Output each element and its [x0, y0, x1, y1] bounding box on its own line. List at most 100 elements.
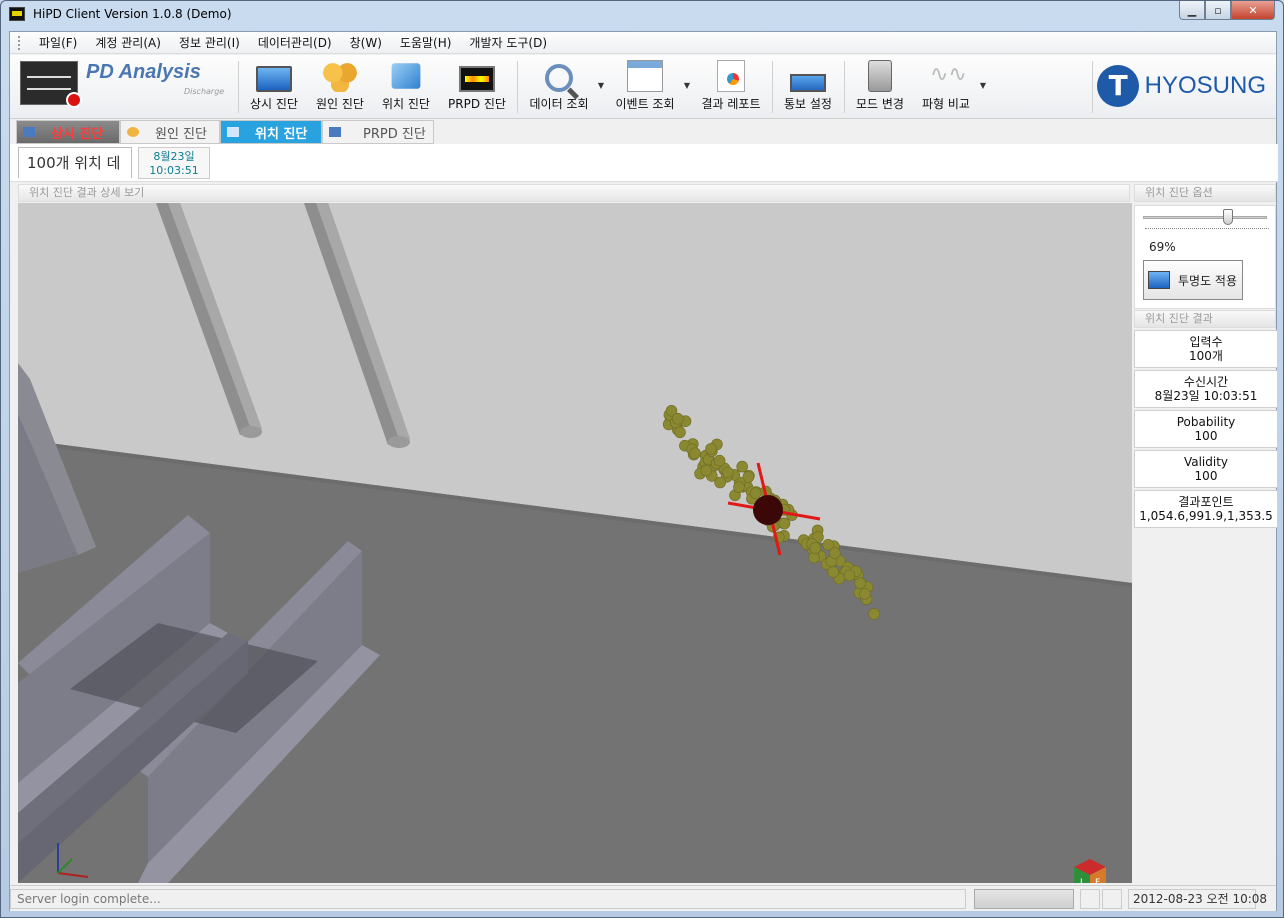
- data-query-button[interactable]: 데이터 조회 ▼: [524, 59, 604, 115]
- 3d-viewport[interactable]: L F: [18, 203, 1132, 883]
- result-card-received-time: 수신시간 8월23일 10:03:51: [1134, 370, 1278, 408]
- pd-point: [854, 577, 866, 590]
- pd-point: [827, 566, 840, 578]
- boxes-icon: [127, 127, 139, 137]
- menu-account[interactable]: 계정 관리(A): [86, 34, 170, 51]
- status-bar: Server login complete... 2012-08-23 오전 1…: [10, 885, 1276, 911]
- results-header: 위치 진단 결과: [1134, 310, 1276, 328]
- monitor-icon: [1148, 271, 1170, 289]
- brand-name: HYOSUNG: [1144, 72, 1266, 99]
- tab-position-diagnosis[interactable]: 위치 진단: [220, 120, 322, 144]
- waveform-compare-button[interactable]: 파형 비교 ▼: [916, 59, 986, 115]
- transparency-slider[interactable]: [1143, 209, 1267, 225]
- pd-point: [714, 476, 726, 489]
- result-card-probability: Pobability 100: [1134, 410, 1278, 448]
- pd-point: [809, 542, 822, 554]
- prpd-diagnosis-button[interactable]: PRPD 진단: [444, 59, 510, 115]
- menu-dev-tools[interactable]: 개발자 도구(D): [460, 34, 556, 51]
- menu-window[interactable]: 창(W): [341, 34, 391, 51]
- status-cell: [1102, 889, 1122, 909]
- card-value: 100개: [1189, 349, 1223, 363]
- card-title: 입력수: [1189, 335, 1223, 349]
- prpd-monitor-icon: [459, 66, 495, 92]
- card-title: 수신시간: [1183, 375, 1229, 389]
- result-report-label: 결과 레포트: [701, 97, 761, 111]
- client-area: 파일(F) 계정 관리(A) 정보 관리(I) 데이터관리(D) 창(W) 도움…: [9, 31, 1278, 911]
- app-icon: [9, 7, 25, 21]
- status-cell: [1080, 889, 1100, 909]
- mode-change-button[interactable]: 모드 변경: [850, 59, 910, 115]
- realtime-diagnosis-button[interactable]: 상시 진단: [246, 59, 302, 115]
- transparency-value: 69%: [1149, 240, 1176, 254]
- view-header: 위치 진단 결과 상세 보기: [18, 184, 1130, 202]
- maximize-button[interactable]: ▫: [1205, 1, 1231, 20]
- hyosung-mark-icon: [1096, 65, 1139, 107]
- tab-realtime-diagnosis[interactable]: 상시 진단: [16, 120, 120, 144]
- pd-point: [733, 481, 745, 493]
- card-value: 8월23일 10:03:51: [1154, 389, 1258, 403]
- waveform-compare-label: 파형 비교: [922, 97, 970, 111]
- pd-point: [671, 412, 684, 425]
- result-tabs: 100개 위치 데 8월23일 10:03:51: [10, 144, 1278, 182]
- minimize-button[interactable]: ▁: [1179, 1, 1205, 20]
- menu-file[interactable]: 파일(F): [30, 34, 86, 51]
- calendar-icon: [627, 60, 663, 92]
- options-header: 위치 진단 옵션: [1134, 184, 1276, 202]
- result-card-input-count: 입력수 100개: [1134, 330, 1278, 368]
- realtime-diagnosis-label: 상시 진단: [250, 97, 298, 111]
- tab-label: 위치 진단: [255, 126, 308, 142]
- pd-point: [749, 487, 762, 499]
- menu-info[interactable]: 정보 관리(I): [170, 34, 249, 51]
- dropdown-arrow-icon[interactable]: ▼: [684, 81, 690, 90]
- tab-position-result[interactable]: 100개 위치 데: [18, 147, 132, 179]
- 3d-scene[interactable]: L F: [18, 203, 1132, 883]
- menu-bar: 파일(F) 계정 관리(A) 정보 관리(I) 데이터관리(D) 창(W) 도움…: [10, 32, 1276, 54]
- transparency-panel: 69% 투명도 적용: [1134, 205, 1276, 309]
- diagnosis-tabs: 상시 진단 원인 진단 위치 진단 PRPD 진단: [16, 120, 434, 144]
- pd-point: [705, 443, 717, 455]
- magnifier-icon: [545, 64, 573, 92]
- menu-help[interactable]: 도움말(H): [391, 34, 461, 51]
- menu-data[interactable]: 데이터관리(D): [249, 34, 341, 51]
- close-button[interactable]: ✕: [1231, 1, 1275, 20]
- slider-thumb[interactable]: [1223, 209, 1233, 225]
- dropdown-arrow-icon[interactable]: ▼: [980, 81, 986, 90]
- slider-ticks: [1145, 228, 1269, 231]
- position-diagnosis-label: 위치 진단: [382, 97, 430, 111]
- pd-point: [843, 569, 856, 582]
- svg-text:F: F: [1095, 878, 1100, 883]
- tab-prpd-diagnosis[interactable]: PRPD 진단: [322, 120, 434, 144]
- pd-point: [721, 466, 734, 479]
- result-report-button[interactable]: 결과 레포트: [696, 59, 766, 115]
- prpd-diagnosis-label: PRPD 진단: [448, 97, 506, 111]
- network-icon: [790, 74, 826, 92]
- event-query-label: 이벤트 조회: [615, 97, 675, 111]
- apply-transparency-button[interactable]: 투명도 적용: [1143, 260, 1243, 300]
- event-query-button[interactable]: 이벤트 조회 ▼: [610, 59, 690, 115]
- tab-label: PRPD 진단: [363, 126, 426, 142]
- monitor-icon: [329, 127, 341, 137]
- notify-settings-button[interactable]: 통보 설정: [778, 59, 838, 115]
- tab-result-timestamp[interactable]: 8월23일 10:03:51: [138, 147, 210, 179]
- card-value: 100: [1194, 469, 1218, 483]
- cube-icon: [391, 63, 421, 89]
- status-message: Server login complete...: [10, 889, 966, 909]
- data-query-label: 데이터 조회: [529, 97, 589, 111]
- app-subtitle: Discharge: [184, 87, 225, 96]
- menu-grip-icon: [18, 35, 22, 50]
- tab-cause-diagnosis[interactable]: 원인 진단: [120, 120, 220, 144]
- position-diagnosis-button[interactable]: 위치 진단: [378, 59, 434, 115]
- cause-diagnosis-button[interactable]: 원인 진단: [312, 59, 368, 115]
- dropdown-arrow-icon[interactable]: ▼: [598, 81, 604, 90]
- pd-point: [828, 547, 841, 559]
- cube-icon: [227, 127, 239, 137]
- cause-diagnosis-label: 원인 진단: [316, 97, 364, 111]
- app-title: PD Analysis: [86, 61, 201, 83]
- pd-analysis-logo-icon: [20, 61, 82, 108]
- pd-point: [674, 426, 686, 439]
- status-progress-bar: [974, 889, 1074, 909]
- app-window: HiPD Client Version 1.0.8 (Demo) ▁ ▫ ✕ 파…: [0, 0, 1284, 918]
- card-value: 1,054.6,991.9,1,353.5: [1139, 509, 1273, 523]
- waveform-icon: [928, 60, 967, 92]
- pd-point: [778, 517, 791, 530]
